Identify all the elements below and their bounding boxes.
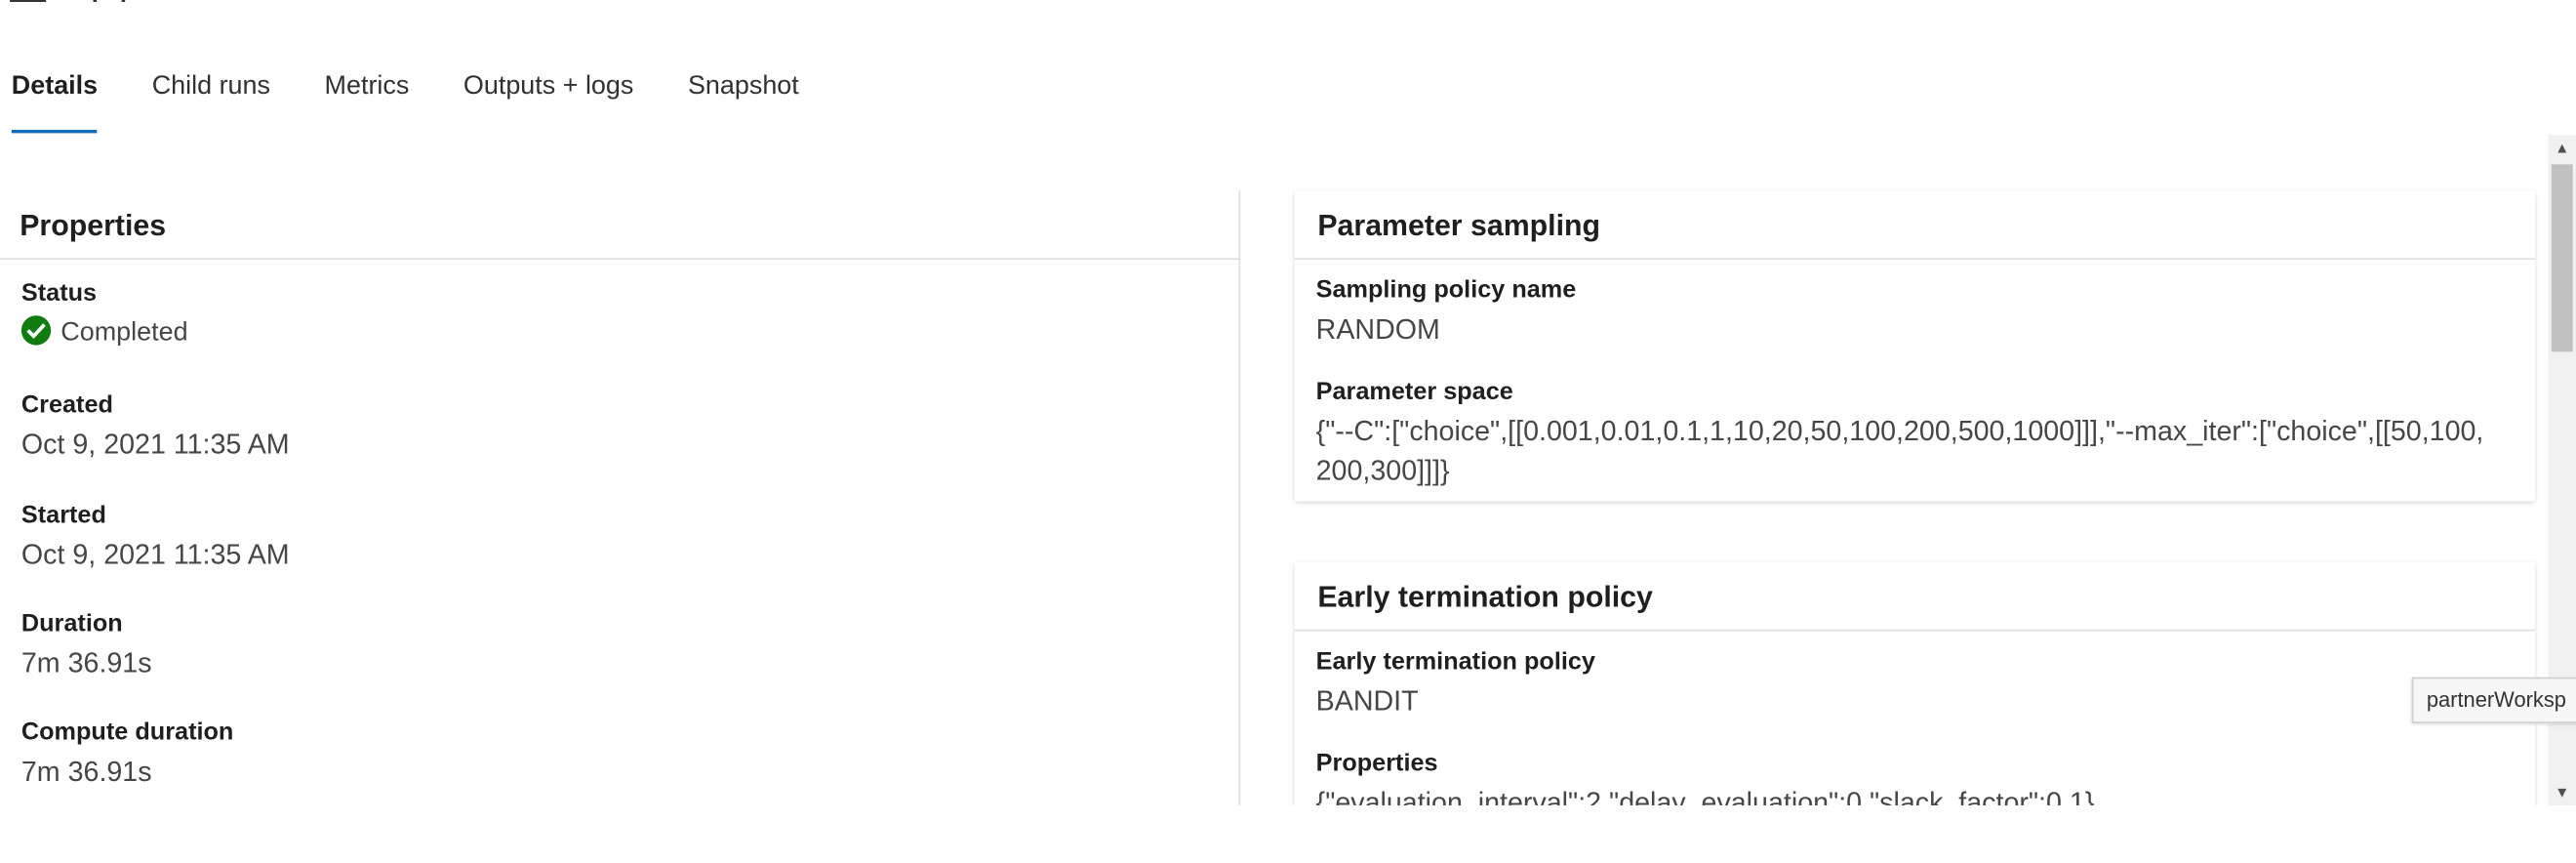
tab-child-runs[interactable]: Child runs [152,60,270,132]
tab-bar: Details Child runs Metrics Outputs + log… [0,60,853,134]
compute-duration-label: Compute duration [20,718,234,747]
scroll-down-arrow-icon[interactable]: ▼ [2548,779,2576,805]
status-label: Status [20,279,98,308]
created-value: Oct 9, 2021 11:35 AM [20,429,290,461]
status-value: Completed [60,318,188,348]
check-circle-icon [20,315,52,346]
sampling-policy-label: Sampling policy name [1315,275,1577,305]
parameter-space-field: Parameter space {"--C":["choice",[[0.001… [1295,378,2513,491]
properties-title: Properties [0,190,1239,261]
compute-duration-value: 7m 36.91s [20,756,152,788]
tab-outputs-logs[interactable]: Outputs + logs [463,60,633,132]
viewport-bottom [0,805,2576,863]
termination-policy-label: Early termination policy [1315,647,1595,677]
compute-duration-field: Compute duration 7m 36.91s [0,719,255,793]
status-field: Status Completed [0,279,209,353]
termination-policy-field: Early termination policy BANDIT [1295,647,1617,721]
early-termination-title: Early termination policy [1294,562,2535,632]
parameter-space-value: {"--C":["choice",[[0.001,0.01,0.1,1,10,2… [1315,415,2484,487]
termination-policy-value: BANDIT [1315,685,1419,718]
duration-value: 7m 36.91s [20,647,152,679]
scroll-thumb[interactable] [2551,164,2573,352]
workspace-tooltip: partnerWorksp [2411,677,2576,723]
page-title-clipped: — ·· ▁ [0,0,493,10]
termination-properties-label: Properties [1315,749,1438,778]
started-label: Started [20,501,106,530]
tab-metrics[interactable]: Metrics [325,60,410,132]
created-label: Created [20,390,113,420]
created-field: Created Oct 9, 2021 11:35 AM [0,391,311,466]
sampling-policy-field: Sampling policy name RANDOM [1295,276,1597,350]
scroll-up-arrow-icon[interactable]: ▲ [2548,135,2576,161]
started-value: Oct 9, 2021 11:35 AM [20,539,290,571]
parameter-space-label: Parameter space [1315,378,1513,406]
duration-field: Duration 7m 36.91s [0,610,173,684]
sampling-policy-value: RANDOM [1315,313,1440,346]
tab-details[interactable]: Details [11,60,99,134]
parameter-sampling-title: Parameter sampling [1294,190,2535,261]
started-field: Started Oct 9, 2021 11:35 AM [0,502,311,576]
tab-snapshot[interactable]: Snapshot [688,60,799,132]
properties-panel: Properties Status Completed Created Oct … [0,190,1241,863]
duration-label: Duration [20,609,123,638]
parameter-sampling-card: Parameter sampling Sampling policy name … [1294,190,2535,502]
